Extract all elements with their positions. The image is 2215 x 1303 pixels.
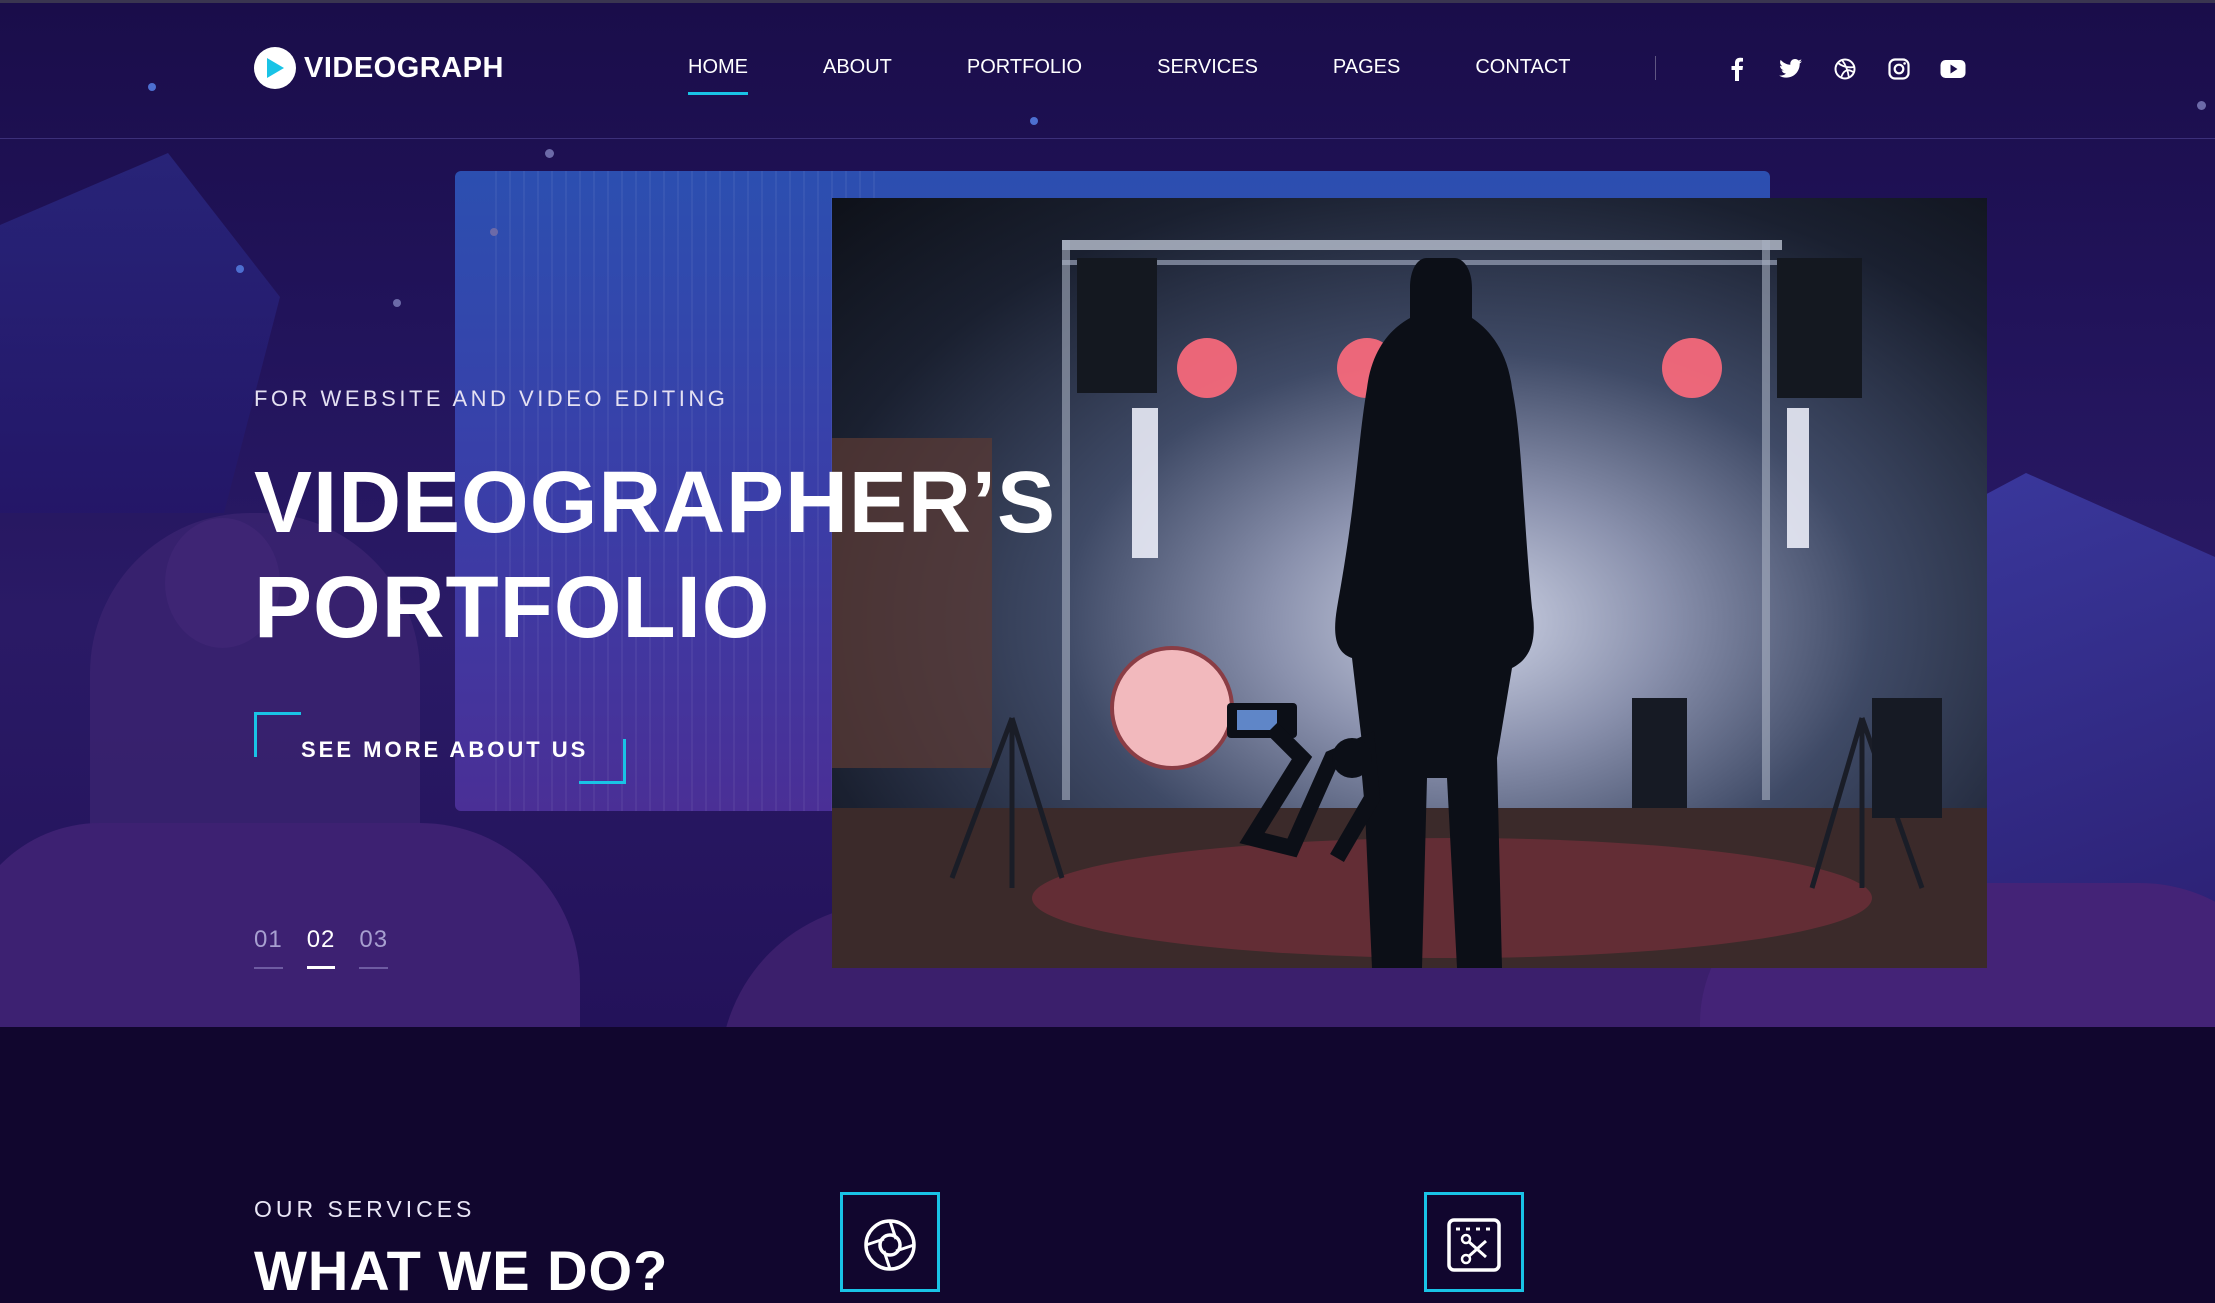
service-card-camera[interactable] bbox=[840, 1192, 940, 1292]
facebook-icon[interactable] bbox=[1722, 54, 1752, 84]
hero-title-line2: PORTFOLIO bbox=[254, 559, 771, 656]
background-car-left bbox=[0, 823, 580, 1027]
main-nav: HOME ABOUT PORTFOLIO SERVICES PAGES CONT… bbox=[688, 56, 1646, 95]
twitter-icon[interactable] bbox=[1776, 54, 1806, 84]
cta-label: SEE MORE ABOUT US bbox=[301, 737, 589, 762]
services-title: WHAT WE DO? bbox=[254, 1239, 669, 1302]
camera-aperture-icon bbox=[862, 1217, 918, 1289]
hero-eyebrow: FOR WEBSITE AND VIDEO EDITING bbox=[254, 386, 729, 411]
slide-02[interactable]: 02 bbox=[306, 926, 336, 969]
instagram-icon[interactable] bbox=[1884, 54, 1914, 84]
nav-item-about[interactable]: ABOUT bbox=[823, 56, 892, 79]
services-eyebrow: OUR SERVICES bbox=[254, 1196, 476, 1222]
nav-separator bbox=[1655, 56, 1656, 80]
see-more-about-us-button[interactable]: SEE MORE ABOUT US bbox=[254, 712, 626, 784]
background-star bbox=[490, 228, 498, 236]
service-card-video-edit[interactable] bbox=[1424, 1192, 1524, 1292]
brand-name: VIDEOGRAPH bbox=[304, 51, 504, 84]
header-divider bbox=[0, 138, 2215, 139]
nav-item-contact[interactable]: CONTACT bbox=[1475, 56, 1570, 79]
hero-title: VIDEOGRAPHER’S PORTFOLIO bbox=[254, 450, 1056, 660]
social-links bbox=[1722, 54, 1968, 84]
play-icon bbox=[254, 47, 296, 89]
nav-item-services[interactable]: SERVICES bbox=[1157, 56, 1258, 79]
background-star bbox=[236, 265, 244, 273]
background-star bbox=[545, 149, 554, 158]
nav-item-portfolio[interactable]: PORTFOLIO bbox=[967, 56, 1082, 79]
nav-item-pages[interactable]: PAGES bbox=[1333, 56, 1400, 79]
slider-pagination: 01 02 03 bbox=[254, 926, 389, 969]
background-star bbox=[1030, 117, 1038, 125]
slide-01[interactable]: 01 bbox=[254, 926, 283, 969]
dribbble-icon[interactable] bbox=[1830, 54, 1860, 84]
nav-item-home[interactable]: HOME bbox=[688, 56, 748, 95]
brand-logo[interactable]: VIDEOGRAPH bbox=[254, 47, 504, 89]
youtube-icon[interactable] bbox=[1938, 54, 1968, 84]
background-star bbox=[2197, 101, 2206, 110]
hero-title-line1: VIDEOGRAPHER’S bbox=[254, 454, 1056, 551]
cta-corner-top-left bbox=[254, 712, 301, 757]
background-star bbox=[148, 83, 156, 91]
background-star bbox=[393, 299, 401, 307]
background-mountain-left bbox=[0, 153, 280, 513]
slide-03[interactable]: 03 bbox=[359, 926, 389, 969]
video-edit-icon bbox=[1446, 1217, 1502, 1289]
